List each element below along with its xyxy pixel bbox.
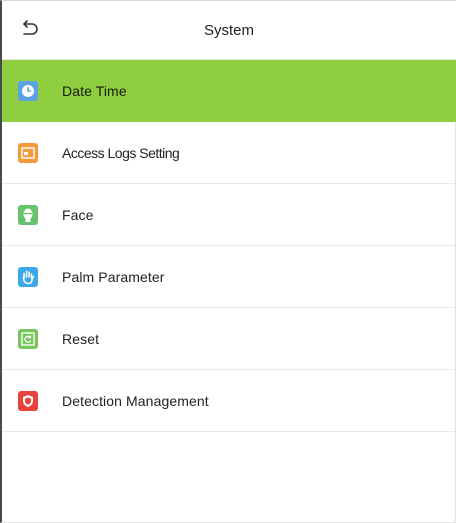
menu-item-label: Palm Parameter <box>62 268 165 285</box>
shield-icon <box>18 390 38 411</box>
face-icon <box>18 204 38 225</box>
menu-item-label: Face <box>62 206 94 223</box>
reset-icon <box>18 328 38 349</box>
menu-item-face[interactable]: Face <box>2 184 456 246</box>
back-arrow-icon[interactable] <box>18 18 40 40</box>
menu-item-access-logs-setting[interactable]: Access Logs Setting <box>2 122 456 184</box>
menu-item-palm-parameter[interactable]: Palm Parameter <box>2 246 456 308</box>
screen-frame: System Date Time Access Logs Setting Fac… <box>0 0 456 523</box>
menu-item-label: Access Logs Setting <box>62 144 180 161</box>
menu-item-label: Reset <box>62 330 100 347</box>
menu-item-detection-management[interactable]: Detection Management <box>2 370 456 432</box>
title-bar: System <box>2 1 456 60</box>
menu-item-reset[interactable]: Reset <box>2 308 456 370</box>
menu-item-date-time[interactable]: Date Time <box>2 60 456 122</box>
menu-item-label: Date Time <box>62 82 127 99</box>
clock-icon <box>18 80 38 101</box>
menu-item-label: Detection Management <box>62 392 209 409</box>
system-menu: Date Time Access Logs Setting Face Palm … <box>2 60 456 432</box>
access-logs-icon <box>18 142 38 163</box>
page-title: System <box>203 21 254 39</box>
palm-icon <box>18 266 38 287</box>
